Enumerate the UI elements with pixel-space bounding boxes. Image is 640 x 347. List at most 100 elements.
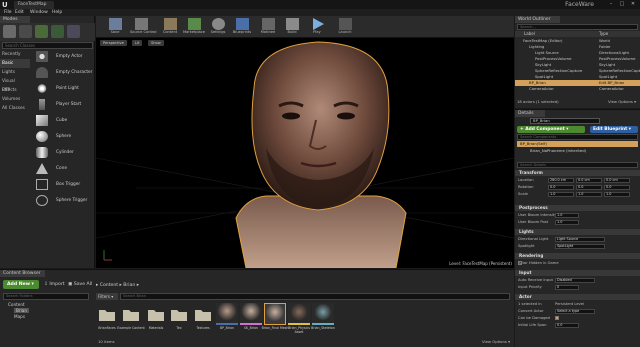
content-path-breadcrumb[interactable]: ▸ Content ▸ Brian ▸ <box>96 283 139 288</box>
close-button[interactable]: ✕ <box>628 1 638 8</box>
category-visual-effects[interactable]: Visual Effects <box>0 77 30 93</box>
details-search-input[interactable]: Search Details <box>517 162 638 168</box>
viewport-lit-button[interactable]: Lit <box>132 40 143 46</box>
scale-y-field[interactable]: 1.0 <box>576 192 602 197</box>
user-bloom-post-field[interactable]: 1.0 <box>555 220 579 225</box>
section-transform[interactable]: Transform <box>515 170 640 176</box>
menu-edit[interactable]: Edit <box>15 9 24 16</box>
section-postprocess[interactable]: Postprocess <box>515 205 640 211</box>
modes-tab[interactable]: Modes <box>0 16 30 23</box>
asset-tile-selected[interactable]: Brian_Final Mesh <box>262 303 288 335</box>
asset-tile[interactable]: Tex <box>168 303 190 335</box>
tree-item-brian[interactable]: Brian <box>14 308 29 313</box>
save-button[interactable]: Save <box>104 17 126 37</box>
filters-button[interactable]: Filters ▾ <box>96 293 118 300</box>
place-item-sphere[interactable]: Sphere <box>30 129 94 144</box>
build-button[interactable]: Build <box>281 17 303 37</box>
location-x-field[interactable]: 260.0 cm <box>548 178 574 183</box>
menu-window[interactable]: Window <box>30 9 48 16</box>
paint-mode-icon[interactable] <box>19 25 32 38</box>
modes-search-input[interactable]: Search Classes <box>2 42 93 49</box>
spotlight-field[interactable]: SpotLight <box>555 244 605 249</box>
viewport-show-button[interactable]: Show <box>148 40 164 46</box>
scale-z-field[interactable]: 1.0 <box>604 192 630 197</box>
asset-tile[interactable]: Textures <box>192 303 214 335</box>
convert-actor-dropdown[interactable]: Select a type <box>555 309 595 314</box>
landscape-mode-icon[interactable] <box>35 25 48 38</box>
scale-x-field[interactable]: 1.0 <box>548 192 574 197</box>
actor-hidden-checkbox[interactable] <box>518 261 522 265</box>
content-button[interactable]: Content <box>159 17 181 37</box>
viewport-perspective-button[interactable]: Perspective <box>100 40 127 46</box>
asset-tile[interactable]: Brian_Physics Asset <box>288 303 310 335</box>
add-new-button[interactable]: Add New ▾ <box>3 280 39 289</box>
foliage-mode-icon[interactable] <box>51 25 64 38</box>
maximize-button[interactable]: □ <box>617 1 627 8</box>
asset-tile[interactable]: BP_Brian <box>216 303 238 335</box>
place-item-box-trigger[interactable]: Box Trigger <box>30 177 94 192</box>
category-basic[interactable]: Basic <box>0 59 30 68</box>
outliner-row[interactable]: CameraActor CameraActor <box>515 86 640 92</box>
tree-item-content[interactable]: Content <box>8 302 25 307</box>
marketplace-button[interactable]: Marketplace <box>183 17 205 37</box>
place-item-cylinder[interactable]: Cylinder <box>30 145 94 160</box>
outliner-view-options[interactable]: View Options ▾ <box>608 99 636 104</box>
section-actor[interactable]: Actor <box>515 294 640 300</box>
asset-tile[interactable]: SK_Brian <box>240 303 262 335</box>
section-rendering[interactable]: Rendering <box>515 253 640 259</box>
tree-item-maps[interactable]: Maps <box>14 314 25 319</box>
outliner-search-input[interactable]: Search... <box>517 24 638 30</box>
asset-tile[interactable]: Brian_Skeleton <box>311 303 335 335</box>
content-view-options[interactable]: View Options ▾ <box>482 339 510 344</box>
input-priority-field[interactable]: 0 <box>555 285 579 290</box>
menu-file[interactable]: File <box>4 9 12 16</box>
location-z-field[interactable]: 0.0 cm <box>604 178 630 183</box>
place-item-player-start[interactable]: Player Start <box>30 97 94 112</box>
asset-tile[interactable]: BrianFaces <box>96 303 118 335</box>
location-y-field[interactable]: 0.0 cm <box>576 178 602 183</box>
blueprints-button[interactable]: Blueprints <box>231 17 253 37</box>
place-item-point-light[interactable]: Point Light <box>30 81 94 96</box>
details-tab[interactable]: Details <box>515 110 545 117</box>
outliner-label-column[interactable]: Label <box>524 31 535 37</box>
can-be-damaged-checkbox[interactable] <box>555 316 559 320</box>
component-inherited[interactable]: Brian_NoPhoneme (Inherited) <box>530 148 586 153</box>
category-lights[interactable]: Lights <box>0 68 30 77</box>
settings-button[interactable]: Settings <box>207 17 229 37</box>
place-mode-icon[interactable] <box>3 25 16 38</box>
place-item-cube[interactable]: Cube <box>30 113 94 128</box>
directional-light-field[interactable]: Light Source <box>555 237 605 242</box>
import-button[interactable]: ⇩ Import <box>44 280 65 289</box>
actor-name-field[interactable]: BP_Brian <box>530 118 600 124</box>
world-outliner-tab[interactable]: World Outliner <box>515 16 560 23</box>
save-all-button[interactable]: ▣ Save All <box>68 280 92 289</box>
rotation-x-field[interactable]: 0.0 <box>548 185 574 190</box>
asset-tile[interactable]: Example Content <box>117 303 145 335</box>
section-input[interactable]: Input <box>515 270 640 276</box>
folder-search-input[interactable]: Search Folders <box>3 293 89 300</box>
category-bsp[interactable]: BSP <box>0 86 30 95</box>
auto-receive-input-dropdown[interactable]: Disabled <box>555 278 595 283</box>
play-button[interactable]: Play <box>306 17 328 37</box>
user-bloom-intensity-field[interactable]: 1.0 <box>555 213 579 218</box>
outliner-type-column[interactable]: Type <box>599 31 608 37</box>
category-recently-placed[interactable]: Recently Placed <box>0 50 30 66</box>
rotation-z-field[interactable]: 0.0 <box>604 185 630 190</box>
category-volumes[interactable]: Volumes <box>0 95 30 104</box>
initial-life-span-field[interactable]: 0.0 <box>555 323 579 328</box>
geometry-mode-icon[interactable] <box>67 25 80 38</box>
place-item-empty-actor[interactable]: Empty Actor <box>30 49 94 64</box>
place-item-cone[interactable]: Cone <box>30 161 94 176</box>
asset-tile[interactable]: Materials <box>145 303 167 335</box>
content-browser-tab[interactable]: Content Browser <box>0 270 45 277</box>
category-all-classes[interactable]: All Classes <box>0 104 30 113</box>
component-self[interactable]: BP_Brian(Self) <box>517 141 638 147</box>
menu-help[interactable]: Help <box>52 9 62 16</box>
matinee-button[interactable]: Matinee <box>257 17 279 37</box>
section-lights[interactable]: Lights <box>515 229 640 235</box>
document-tab[interactable]: FaceTestMap <box>14 1 54 9</box>
source-control-button[interactable]: Source Control <box>130 17 156 37</box>
add-component-button[interactable]: + Add Component ▾ <box>517 126 585 133</box>
place-item-empty-character[interactable]: Empty Character <box>30 65 94 80</box>
edit-blueprint-button[interactable]: Edit Blueprint ▾ <box>590 126 638 133</box>
